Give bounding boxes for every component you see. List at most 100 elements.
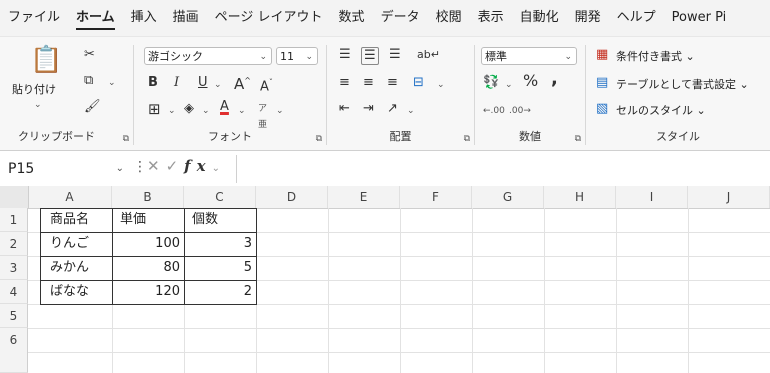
alignment-launcher-icon[interactable]: ⧉ (464, 134, 470, 144)
align-left-icon[interactable]: ≡ (339, 75, 350, 91)
number-format-combo[interactable]: 標準 ⌄ (481, 47, 577, 65)
align-bottom-icon[interactable]: ☰ (389, 47, 401, 63)
font-launcher-icon[interactable]: ⧉ (316, 134, 322, 144)
cell-c1[interactable]: 個数 (188, 208, 256, 232)
column-header-a[interactable]: A (28, 186, 112, 208)
align-top-icon[interactable]: ☰ (339, 47, 351, 63)
font-color-dropdown-icon[interactable]: ⌄ (238, 103, 246, 119)
orientation-icon[interactable]: ↗ (387, 101, 398, 117)
name-box[interactable]: P15 ⌄ (8, 157, 128, 181)
column-header-j[interactable]: J (688, 186, 770, 208)
orientation-dropdown-icon[interactable]: ⌄ (407, 103, 415, 119)
underline-dropdown-icon[interactable]: ⌄ (214, 77, 222, 93)
tab-power-pivot[interactable]: Power Pi (664, 0, 735, 36)
row-header-1[interactable]: 1 (0, 208, 28, 232)
row-header-4[interactable]: 4 (0, 280, 28, 304)
cell-b3[interactable]: 80 (112, 256, 184, 280)
tab-page-layout[interactable]: ページ レイアウト (207, 0, 331, 36)
cell-a2[interactable]: りんご (46, 232, 112, 256)
decrease-indent-icon[interactable]: ⇤ (339, 101, 350, 117)
align-middle-icon[interactable]: ☰ (361, 47, 379, 65)
increase-indent-icon[interactable]: ⇥ (363, 101, 374, 117)
italic-icon[interactable]: I (174, 75, 179, 91)
cell-styles-icon[interactable]: ▧ (596, 101, 608, 117)
underline-icon[interactable]: U (198, 75, 208, 91)
column-header-e[interactable]: E (328, 186, 400, 208)
bold-icon[interactable]: B (148, 75, 158, 91)
conditional-formatting-button[interactable]: 条件付き書式 ⌄ (616, 48, 695, 64)
decrease-decimal-icon[interactable]: .00→ (509, 103, 531, 119)
tab-review[interactable]: 校閲 (428, 0, 470, 36)
format-painter-icon[interactable]: 🖌 (84, 99, 101, 115)
tab-draw[interactable]: 描画 (165, 0, 207, 36)
chevron-down-icon[interactable]: ⌄ (212, 163, 226, 174)
format-as-table-button[interactable]: テーブルとして書式設定 ⌄ (616, 76, 749, 92)
tab-automate[interactable]: 自動化 (512, 0, 567, 36)
border-dropdown-icon[interactable]: ⌄ (168, 103, 176, 119)
worksheet-grid[interactable]: A B C D E F G H I J 1 2 3 4 5 6 商品名 単価 個… (0, 186, 770, 373)
copy-icon[interactable]: ⧉ (84, 73, 93, 89)
cell-a3[interactable]: みかん (46, 256, 112, 280)
row-header-3[interactable]: 3 (0, 256, 28, 280)
cell-c3[interactable]: 5 (184, 256, 256, 280)
tab-view[interactable]: 表示 (470, 0, 512, 36)
conditional-formatting-icon[interactable]: ▦ (596, 47, 608, 63)
tab-formulas[interactable]: 数式 (331, 0, 373, 36)
paste-button-label[interactable]: 貼り付け (12, 81, 56, 97)
formula-bar-grip-icon[interactable]: ⋮ (133, 159, 147, 175)
clipboard-launcher-icon[interactable]: ⧉ (123, 134, 129, 144)
phonetic-dropdown-icon[interactable]: ⌄ (276, 103, 284, 119)
cut-icon[interactable]: ✂ (84, 47, 95, 63)
column-header-g[interactable]: G (472, 186, 544, 208)
cell-b2[interactable]: 100 (112, 232, 184, 256)
cell-b4[interactable]: 120 (112, 280, 184, 304)
confirm-icon[interactable]: ✓ (166, 157, 185, 175)
column-header-h[interactable]: H (544, 186, 616, 208)
wrap-text-icon[interactable]: ab↵ (417, 47, 440, 63)
cell-c2[interactable]: 3 (184, 232, 256, 256)
row-header-5[interactable]: 5 (0, 304, 28, 328)
select-all-corner[interactable] (0, 186, 29, 208)
column-header-c[interactable]: C (184, 186, 256, 208)
paste-dropdown-icon[interactable]: ⌄ (34, 97, 42, 113)
tab-help[interactable]: ヘルプ (609, 0, 664, 36)
cell-b1[interactable]: 単価 (116, 208, 184, 232)
increase-decimal-icon[interactable]: ←.00 (483, 103, 505, 119)
font-size-combo[interactable]: 11 ⌄ (276, 47, 318, 65)
fill-color-dropdown-icon[interactable]: ⌄ (202, 103, 210, 119)
column-header-d[interactable]: D (256, 186, 328, 208)
row-header-2[interactable]: 2 (0, 232, 28, 256)
cell-c4[interactable]: 2 (184, 280, 256, 304)
fill-color-icon[interactable]: ◈ (184, 101, 194, 117)
accounting-dropdown-icon[interactable]: ⌄ (505, 77, 513, 93)
tab-home[interactable]: ホーム (68, 0, 123, 36)
formula-input[interactable] (236, 155, 770, 183)
tab-developer[interactable]: 開発 (567, 0, 609, 36)
tab-insert[interactable]: 挿入 (123, 0, 165, 36)
cell-a1[interactable]: 商品名 (46, 208, 112, 232)
decrease-font-size-icon[interactable]: Aˇ (260, 75, 273, 95)
cell-styles-button[interactable]: セルのスタイル ⌄ (616, 102, 706, 118)
format-as-table-icon[interactable]: ▤ (596, 75, 608, 91)
insert-function-icon[interactable]: fx (184, 157, 211, 175)
copy-dropdown-icon[interactable]: ⌄ (108, 75, 116, 91)
font-color-icon[interactable]: A (220, 99, 229, 115)
tab-file[interactable]: ファイル (0, 0, 68, 36)
column-header-b[interactable]: B (112, 186, 184, 208)
tab-data[interactable]: データ (373, 0, 428, 36)
border-icon[interactable]: ⊞ (148, 101, 161, 117)
column-header-i[interactable]: I (616, 186, 688, 208)
align-center-icon[interactable]: ≡ (363, 75, 374, 91)
merge-center-icon[interactable]: ⊟ (413, 75, 424, 91)
cell-a4[interactable]: ばなな (46, 280, 112, 304)
increase-font-size-icon[interactable]: A^ (234, 73, 251, 92)
comma-style-icon[interactable]: , (551, 70, 558, 88)
row-header-6[interactable]: 6 (0, 328, 28, 373)
cancel-icon[interactable]: ✕ (147, 157, 166, 175)
column-header-f[interactable]: F (400, 186, 472, 208)
accounting-format-icon[interactable]: 💱 (483, 75, 499, 91)
align-right-icon[interactable]: ≡ (387, 75, 398, 91)
number-launcher-icon[interactable]: ⧉ (575, 134, 581, 144)
paste-icon[interactable]: 📋 (30, 45, 62, 75)
merge-dropdown-icon[interactable]: ⌄ (437, 77, 445, 93)
